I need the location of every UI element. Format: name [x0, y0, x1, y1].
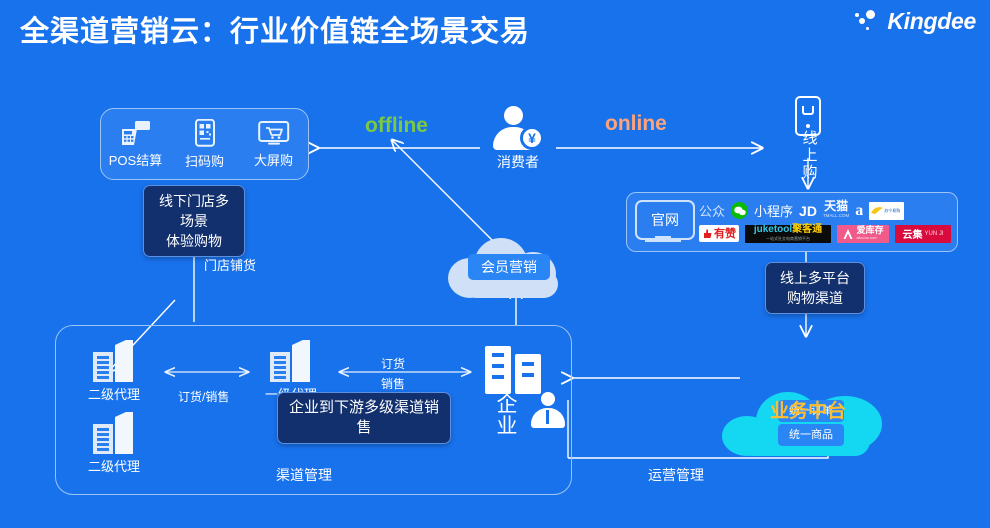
offline-store-tooltip: 线下门店多场景 体验购物: [143, 185, 245, 257]
qr-scan-mobile-icon: [194, 118, 215, 147]
store-item-label: POS结算: [108, 152, 163, 168]
business-middle-platform-label: 业务中台: [770, 401, 847, 422]
platform-logo-wechat[interactable]: [731, 202, 749, 219]
consumer-node: ¥ 消费者: [487, 106, 549, 172]
enterprise-building-icon: [485, 340, 545, 394]
slide-canvas: 全渠道营销云：行业价值链全场景交易 Kingdee POS结算 扫码购 大屏购 …: [0, 0, 990, 528]
big-screen-cart-icon: [257, 120, 289, 145]
operations-management-label: 运营管理: [648, 467, 704, 483]
store-item-label: 大屏购: [253, 152, 293, 168]
order-sales-label-left: 订货/销售: [178, 390, 230, 404]
official-website-icon[interactable]: 官网: [635, 200, 695, 244]
online-flow-label: online: [605, 112, 667, 135]
platform-logo-jd[interactable]: JD: [799, 203, 817, 219]
platform-logo-yunji[interactable]: 云集 YUN JI: [895, 224, 951, 243]
enterprise-label: 企业: [496, 393, 518, 438]
offline-flow-label: offline: [365, 114, 428, 137]
manager-person-icon: [530, 392, 565, 430]
agent-node-secondary-bottom[interactable]: 二级代理: [88, 412, 140, 475]
platform-logo-gongzhong[interactable]: 公众: [699, 201, 725, 220]
platform-logo-row-1: 公众 小程序 JD 天猫 TMALL.COM a 苏宁易购: [699, 200, 951, 221]
consumer-person-yen-icon: ¥: [490, 106, 546, 150]
unified-product-tag[interactable]: 统一商品: [778, 424, 844, 446]
page-title: 全渠道营销云：行业价值链全场景交易: [20, 16, 531, 48]
platform-logo-row-2: 有赞 juketool聚客通 一站式社交电商营销平台 爱库存 aikucun.c…: [699, 224, 951, 244]
building-icon: [91, 340, 137, 382]
online-platform-box[interactable]: 官网 公众 小程序 JD 天猫 TMALL.COM a 苏宁易购 有赞 juke…: [626, 192, 958, 252]
enterprise-channel-tooltip: 企业到下游多级渠道销售: [277, 392, 451, 444]
store-item-pos[interactable]: POS结算: [105, 120, 167, 169]
agent-label: 二级代理: [88, 387, 141, 402]
agent-label: 二级代理: [88, 459, 141, 474]
store-item-scan[interactable]: 扫码购: [174, 118, 236, 170]
offline-store-box[interactable]: POS结算 扫码购 大屏购: [100, 108, 309, 180]
platform-logo-amazon[interactable]: a: [855, 202, 863, 220]
order-label: 订货: [381, 357, 406, 371]
platform-logo-tmall[interactable]: 天猫 TMALL.COM: [823, 200, 849, 220]
member-marketing-tag[interactable]: 会员营销: [468, 254, 550, 280]
platform-logo-grid: 公众 小程序 JD 天猫 TMALL.COM a 苏宁易购 有赞 juketoo…: [699, 200, 951, 244]
store-item-label: 扫码购: [184, 153, 224, 169]
building-icon: [91, 412, 137, 454]
online-shopping-label: 线上购: [802, 130, 818, 181]
platform-logo-juketool[interactable]: juketool聚客通 一站式社交电商营销平台: [745, 224, 831, 243]
sales-label: 销售: [381, 377, 406, 391]
store-item-bigscreen[interactable]: 大屏购: [243, 120, 305, 169]
pos-terminal-icon: [121, 120, 150, 145]
platform-logo-suning[interactable]: 苏宁易购: [869, 201, 905, 220]
online-channel-tooltip: 线上多平台 购物渠道: [765, 262, 865, 314]
store-distribution-label: 门店铺货: [204, 258, 257, 273]
platform-logo-aikucun[interactable]: 爱库存 aikucun.com: [837, 224, 889, 243]
kingdee-wordmark: Kingdee: [887, 8, 976, 34]
consumer-label: 消费者: [497, 154, 539, 170]
platform-logo-miniprogram[interactable]: 小程序: [754, 201, 793, 220]
channel-management-label: 渠道管理: [276, 467, 332, 483]
building-icon: [268, 340, 314, 382]
member-marketing-cloud[interactable]: 会员营销: [448, 236, 570, 298]
official-website-label: 官网: [651, 212, 679, 228]
kingdee-logo: Kingdee: [855, 8, 976, 35]
kingdee-dots-icon: [855, 9, 881, 35]
platform-logo-youzan[interactable]: 有赞: [699, 225, 739, 242]
agent-node-secondary-top[interactable]: 二级代理: [88, 340, 140, 403]
